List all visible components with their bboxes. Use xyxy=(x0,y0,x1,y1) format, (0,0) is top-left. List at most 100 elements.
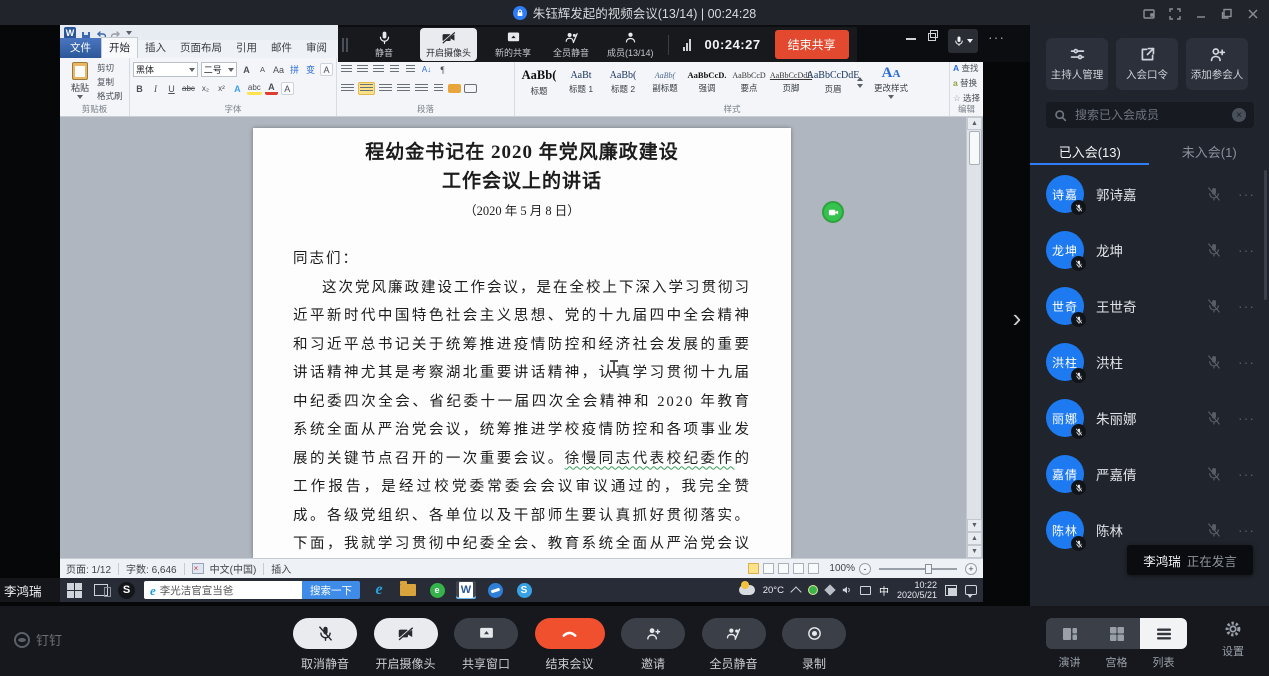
scrollbar-thumb[interactable] xyxy=(969,131,980,165)
language-indicator[interactable]: 中文(中国) xyxy=(210,561,257,576)
format-painter-button[interactable]: 格式刷 xyxy=(97,90,123,102)
style-item[interactable]: AaBbCcDdE 页眉 xyxy=(812,61,854,103)
tab-review[interactable]: 审阅 xyxy=(299,38,334,58)
next-page-button[interactable]: ▼ xyxy=(967,545,982,558)
tab-page-layout[interactable]: 页面布局 xyxy=(173,38,229,58)
participant-more-button[interactable]: ··· xyxy=(1238,466,1255,482)
tab-joined[interactable]: 已入会(13) xyxy=(1030,137,1150,165)
zoom-slider-thumb[interactable] xyxy=(925,564,932,574)
fullscreen-reading-view-button[interactable] xyxy=(763,563,774,574)
strikethrough-button[interactable]: abc xyxy=(181,82,196,95)
end-meeting-button[interactable]: 结束会议 xyxy=(535,618,605,672)
vertical-scrollbar[interactable]: ▲ ▼ ▲ ▼ xyxy=(966,117,981,558)
tab-home[interactable]: 开始 xyxy=(101,37,138,58)
style-item[interactable]: AaBbCcD. 强调 xyxy=(686,61,728,103)
save-icon[interactable] xyxy=(81,28,91,38)
word-minimize-icon[interactable] xyxy=(905,30,919,42)
participant-more-button[interactable]: ··· xyxy=(1238,410,1255,426)
tab-references[interactable]: 引用 xyxy=(229,38,264,58)
web-layout-view-button[interactable] xyxy=(778,563,789,574)
participant-more-button[interactable]: ··· xyxy=(1238,354,1255,370)
distribute-button[interactable] xyxy=(414,82,429,95)
add-participant-button[interactable]: 添加参会人 xyxy=(1186,38,1248,90)
share-window-button[interactable]: 共享窗口 xyxy=(454,618,518,672)
participant-more-button[interactable]: ··· xyxy=(1238,298,1255,314)
skype-app-icon[interactable]: S xyxy=(514,581,534,599)
record-button[interactable]: 录制 xyxy=(782,618,846,672)
style-item[interactable]: AaBb( 副标题 xyxy=(644,61,686,103)
style-gallery-down-icon[interactable] xyxy=(857,84,863,88)
task-view-button[interactable] xyxy=(92,582,109,599)
tab-not-joined[interactable]: 未入会(1) xyxy=(1150,137,1269,165)
sidebar-scrollbar-thumb[interactable] xyxy=(1264,170,1267,300)
participant-row[interactable]: 诗嘉 郭诗嘉 ··· xyxy=(1030,166,1269,222)
style-gallery-up-icon[interactable] xyxy=(857,77,863,81)
change-case-button[interactable]: Aa xyxy=(272,63,285,76)
numbering-button[interactable] xyxy=(356,63,369,76)
align-center-button[interactable] xyxy=(358,82,375,95)
phonetic-guide-button[interactable]: 拼 xyxy=(288,63,301,76)
grow-font-button[interactable]: A xyxy=(240,63,253,76)
participant-row[interactable]: 丽娜 朱丽娜 ··· xyxy=(1030,390,1269,446)
bold-button[interactable]: B xyxy=(133,82,146,95)
zoom-in-button[interactable]: + xyxy=(965,563,977,575)
align-right-button[interactable] xyxy=(378,82,393,95)
taskbar-search-button[interactable]: 搜索一下 xyxy=(302,581,360,599)
taskbar-search-box[interactable]: e 李光洁官宣当爸 xyxy=(144,581,302,599)
shrink-font-button[interactable]: A xyxy=(256,63,269,76)
tray-expand-icon[interactable] xyxy=(790,586,801,597)
justify-button[interactable] xyxy=(396,82,411,95)
participant-muted-mic-icon[interactable] xyxy=(1206,242,1222,258)
green-app-icon[interactable]: e xyxy=(427,581,447,599)
weather-icon[interactable] xyxy=(739,585,755,595)
participant-muted-mic-icon[interactable] xyxy=(1206,354,1222,370)
style-item[interactable]: AaBbCcD 要点 xyxy=(728,61,770,103)
close-icon[interactable] xyxy=(1247,7,1259,19)
network-icon[interactable] xyxy=(860,586,871,595)
participant-muted-mic-icon[interactable] xyxy=(1206,522,1222,538)
highlight-color-button[interactable]: abc xyxy=(247,82,262,95)
change-styles-button[interactable]: AA 更改样式 xyxy=(866,66,916,99)
tray-diamond-icon[interactable] xyxy=(824,584,835,595)
document-page[interactable]: 程幼金书记在 2020 年党风廉政建设 工作会议上的讲话 （2020 年 5 月… xyxy=(253,128,791,558)
text-effects-button[interactable]: A xyxy=(231,82,244,95)
camera-toggle[interactable]: 开启摄像头 xyxy=(420,28,477,61)
show-marks-button[interactable]: ¶ xyxy=(436,63,449,76)
notification-stack-icon[interactable] xyxy=(945,585,957,596)
paste-button[interactable]: 粘贴 xyxy=(63,60,97,104)
speaker-view-button[interactable] xyxy=(1046,618,1093,649)
members-button[interactable]: 成员(13/14) xyxy=(607,30,654,59)
tab-file[interactable]: 文件 xyxy=(60,38,101,58)
participant-more-button[interactable]: ··· xyxy=(1238,242,1255,258)
multilevel-list-button[interactable] xyxy=(372,63,385,76)
word-restore-icon[interactable] xyxy=(928,30,940,42)
mute-all-button[interactable]: 全员静音 xyxy=(549,30,593,59)
floating-camera-bubble[interactable] xyxy=(822,201,844,223)
edge-app-icon[interactable]: e xyxy=(369,581,389,599)
find-button[interactable]: A 查找 xyxy=(953,62,980,74)
increase-indent-button[interactable] xyxy=(404,63,417,76)
ime-indicator[interactable]: 中 xyxy=(879,583,889,598)
file-explorer-icon[interactable] xyxy=(398,581,418,599)
document-canvas[interactable]: 程幼金书记在 2020 年党风廉政建设 工作会议上的讲话 （2020 年 5 月… xyxy=(60,117,983,558)
participant-muted-mic-icon[interactable] xyxy=(1206,298,1222,314)
font-size-combo[interactable]: 二号 xyxy=(201,62,237,77)
participant-row[interactable]: 洪柱 洪柱 ··· xyxy=(1030,334,1269,390)
minimize-icon[interactable] xyxy=(1195,7,1207,19)
blue-app-icon[interactable] xyxy=(485,581,505,599)
start-camera-button[interactable]: 开启摄像头 xyxy=(374,618,438,672)
style-item[interactable]: AaBb( 标题 2 xyxy=(602,61,644,103)
unmute-button[interactable]: 取消静音 xyxy=(293,618,357,672)
superscript-button[interactable]: x² xyxy=(215,82,228,95)
underline-button[interactable]: U xyxy=(165,82,178,95)
zoom-out-button[interactable]: - xyxy=(859,563,871,575)
qat-dropdown-icon[interactable] xyxy=(126,31,132,35)
insert-mode-indicator[interactable]: 插入 xyxy=(271,561,291,576)
participant-muted-mic-icon[interactable] xyxy=(1206,466,1222,482)
participant-muted-mic-icon[interactable] xyxy=(1206,410,1222,426)
outline-view-button[interactable] xyxy=(793,563,804,574)
decrease-indent-button[interactable] xyxy=(388,63,401,76)
sidebar-collapse-chevron[interactable]: › xyxy=(1004,298,1030,338)
audio-device-button[interactable] xyxy=(948,29,978,53)
participant-more-button[interactable]: ··· xyxy=(1238,522,1255,538)
